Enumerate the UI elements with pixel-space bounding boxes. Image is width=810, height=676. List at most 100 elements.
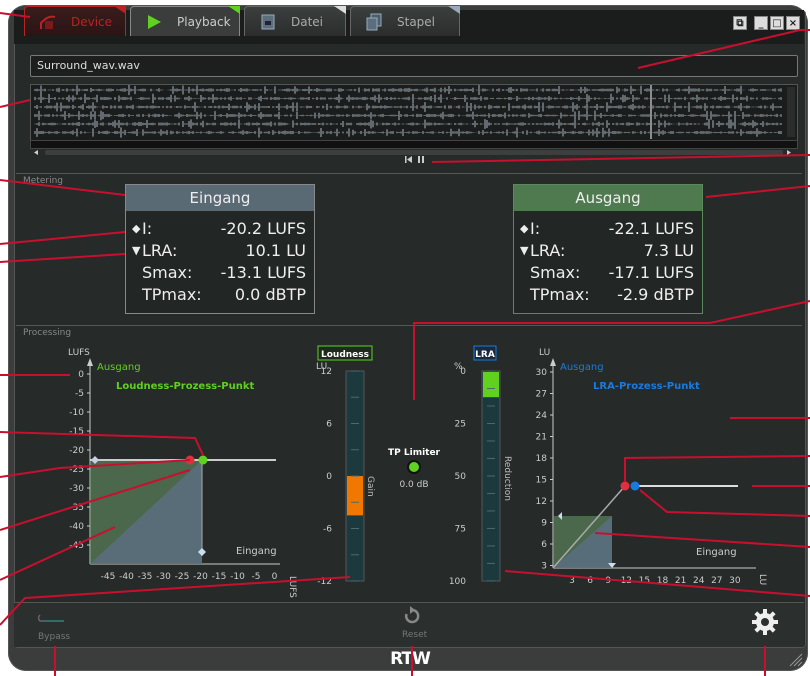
- waveform-tracks: [34, 84, 782, 138]
- wave-vscroll[interactable]: [787, 87, 795, 137]
- play-icon: [148, 15, 161, 29]
- pause-icon[interactable]: [418, 156, 424, 163]
- loudness-process-point[interactable]: [198, 455, 208, 465]
- lra-red-point[interactable]: [620, 481, 630, 491]
- scroll-left-icon[interactable]: [34, 150, 38, 155]
- gain-bar-label: Gain: [365, 476, 375, 497]
- tab-device[interactable]: Device: [24, 6, 126, 36]
- loudness-point-label: Loudness-Prozess-Punkt: [116, 381, 254, 392]
- input-row-value: -20.2 LUFS: [220, 219, 306, 238]
- lra-x-tick: 27: [711, 576, 722, 586]
- output-panel-title: Ausgang: [514, 185, 702, 211]
- input-row-value: 0.0 dBTP: [234, 285, 306, 304]
- waveform-track: [34, 84, 782, 96]
- lra-y-tick: 9: [541, 519, 547, 529]
- gain-tick: -12: [317, 577, 332, 587]
- bypass-icon[interactable]: [36, 612, 66, 628]
- output-row-smax: Smax: -17.1 LUFS: [520, 262, 694, 284]
- loudness-y-tick: -30: [69, 484, 84, 494]
- loudness-x-tick: -35: [138, 572, 153, 582]
- input-row-lra: ▼ LRA: 10.1 LU: [132, 240, 306, 262]
- brand-logo: RTW: [390, 649, 431, 669]
- loudness-x-tick: -30: [156, 572, 171, 582]
- loudness-red-point[interactable]: [185, 455, 195, 465]
- input-row-label: TPmax:: [142, 285, 202, 304]
- output-row-lra: ▼ LRA: 7.3 LU: [520, 240, 694, 262]
- lra-x-tick: 18: [657, 576, 669, 586]
- loudness-x-tick: 0: [272, 572, 278, 582]
- lra-marker-icon: ▼: [520, 244, 529, 257]
- settings-gear-icon[interactable]: [751, 608, 779, 636]
- waveform-track: [34, 93, 782, 104]
- reset-icon[interactable]: [402, 606, 422, 626]
- waveform-hscrollbar[interactable]: [30, 140, 798, 155]
- output-row-label: TPmax:: [530, 285, 590, 304]
- lra-y-ticks: 30 27 24 21 18 15 12 9 6 3: [536, 368, 553, 572]
- lra-y-tick: 12: [536, 497, 547, 507]
- loudness-y-tick: -15: [69, 427, 84, 437]
- lra-y-tick: 15: [536, 476, 547, 486]
- output-row-value: -17.1 LUFS: [608, 263, 694, 282]
- loudness-graph[interactable]: LUFS Ausgang Loudness-Prozess-Punkt 0-5-…: [68, 348, 297, 598]
- lra-reduction-meter: LRA % 0255075100 Reduction: [449, 345, 512, 587]
- minimize-icon[interactable]: _: [754, 16, 768, 30]
- tab-stapel-label: Stapel: [397, 15, 436, 29]
- transport-controls[interactable]: [403, 154, 427, 166]
- reduction-tick: 75: [455, 525, 466, 535]
- output-row-value: -22.1 LUFS: [608, 219, 694, 238]
- file-icon: [261, 14, 275, 30]
- tab-corner: [114, 6, 126, 14]
- lra-graph[interactable]: LU Ausgang LRA-Prozess-Punkt 30 27 24 21 18 1…: [536, 348, 767, 586]
- lra-x-axis-label: Eingang: [696, 547, 737, 558]
- resize-grip-icon[interactable]: [788, 652, 804, 668]
- lra-y-tick: 21: [536, 433, 547, 443]
- waveform-view[interactable]: [30, 84, 798, 148]
- input-row-i: ◆ I: -20.2 LUFS: [132, 218, 306, 240]
- lra-badge-label: LRA: [475, 350, 495, 360]
- tp-limiter: TP Limiter 0.0 dB: [388, 448, 441, 490]
- loudness-x-unit: LUFS: [287, 576, 297, 598]
- gain-tick: 6: [326, 420, 332, 430]
- metering-section-label: Metering: [23, 176, 63, 186]
- batch-icon: [366, 13, 382, 31]
- file-name-field[interactable]: Surround_wav.wav: [30, 55, 798, 77]
- output-row-value: -2.9 dBTP: [617, 285, 694, 304]
- arrow-up-icon: [87, 358, 93, 366]
- reduction-bar-fill: [483, 372, 499, 398]
- arrow-up-icon: [550, 358, 556, 366]
- loudness-y-tick: -45: [69, 541, 84, 551]
- gain-tick: 12: [321, 367, 332, 377]
- input-panel-title: Eingang: [126, 185, 314, 211]
- processing-area: LUFS Ausgang Loudness-Prozess-Punkt 0-5-…: [68, 345, 767, 598]
- scroll-right-icon[interactable]: [787, 150, 791, 155]
- waveform-track: [34, 110, 782, 121]
- loudness-unit-label: LUFS: [68, 348, 90, 358]
- close-icon[interactable]: ×: [786, 16, 800, 30]
- bypass-label[interactable]: Bypass: [38, 632, 70, 642]
- tp-limiter-label: TP Limiter: [388, 448, 441, 458]
- reduction-tick: 25: [455, 420, 466, 430]
- reset-label[interactable]: Reset: [402, 630, 427, 640]
- file-name: Surround_wav.wav: [37, 59, 140, 72]
- lra-x-tick: 6: [587, 576, 593, 586]
- tab-playback[interactable]: Playback: [130, 6, 240, 36]
- loudness-x-ticks: -45 -40 -35 -30 -25 -20 -15 -10 -5 0: [101, 572, 278, 582]
- restore-icon[interactable]: ⧉: [733, 16, 747, 30]
- tab-datei[interactable]: Datei: [244, 6, 346, 36]
- loudness-badge-label: Loudness: [321, 350, 369, 360]
- skip-start-icon[interactable]: [405, 156, 412, 163]
- loudness-y-tick: -10: [69, 408, 84, 418]
- input-panel: Eingang ◆ I: -20.2 LUFS ▼ LRA: 10.1 LU Smax:…: [125, 184, 315, 314]
- waveform-track: [34, 118, 782, 130]
- waveform-track: [34, 127, 782, 138]
- lra-x-tick: 24: [693, 576, 705, 586]
- lra-x-unit: LU: [757, 574, 767, 585]
- tab-stapel[interactable]: Stapel: [350, 6, 460, 36]
- lra-y-tick: 6: [541, 540, 547, 550]
- loudness-gain-meter: Loudness LU 1260-6-12 Gain: [316, 345, 375, 587]
- maximize-icon[interactable]: □: [770, 16, 784, 30]
- output-row-value: 7.3 LU: [643, 241, 694, 260]
- lra-process-point[interactable]: [630, 481, 640, 491]
- gain-tick: -6: [323, 525, 332, 535]
- integrated-marker-icon: ◆: [132, 222, 141, 235]
